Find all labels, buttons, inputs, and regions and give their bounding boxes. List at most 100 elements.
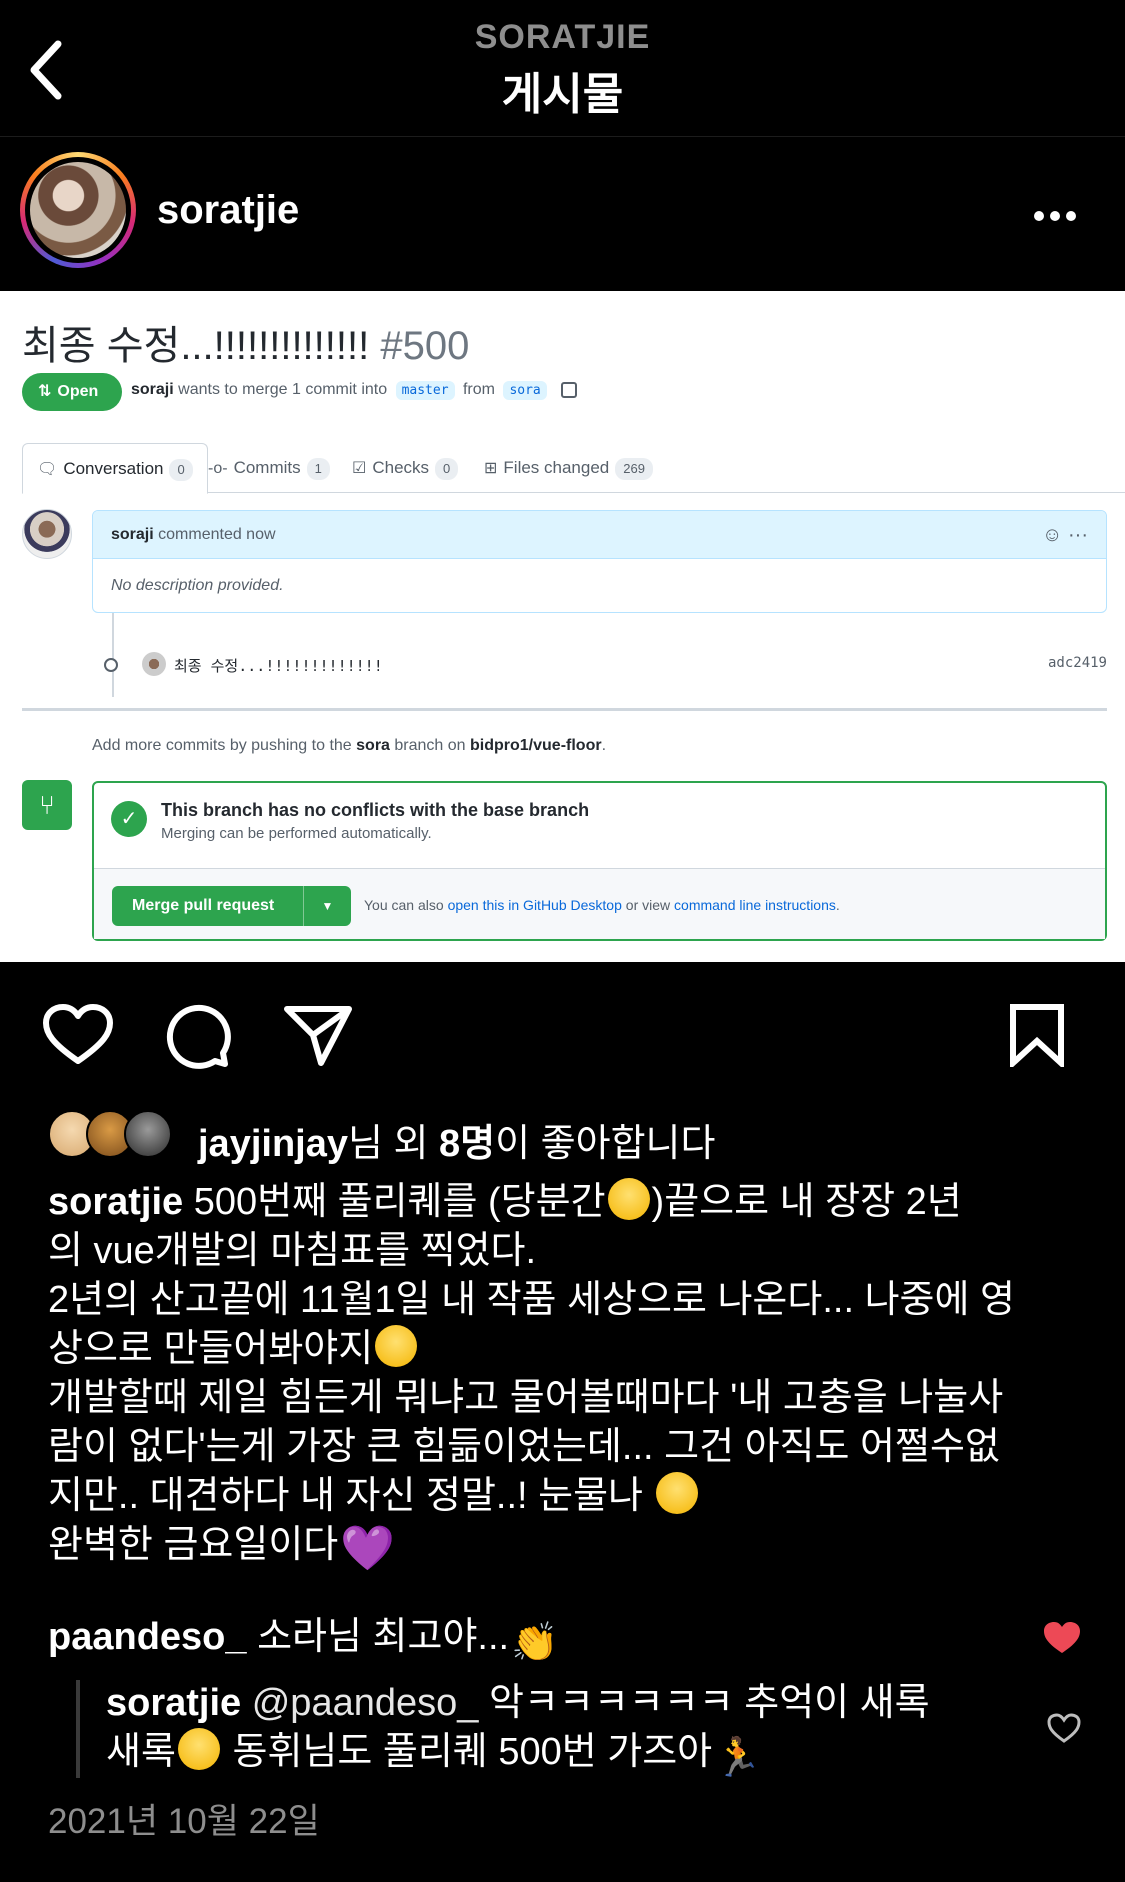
- commit-node-icon: [104, 658, 118, 672]
- crying-face-emoji-icon: [655, 1472, 698, 1514]
- post-actions: [0, 963, 1125, 1103]
- story-avatar[interactable]: [20, 152, 136, 268]
- merge-button-label: Merge pull request: [132, 897, 275, 914]
- note-branch: sora: [356, 737, 390, 754]
- comment-like-heart-icon[interactable]: [1046, 1712, 1082, 1744]
- avatar-border: [25, 157, 131, 263]
- tab-label: Checks: [372, 458, 430, 477]
- hint-text: .: [835, 897, 840, 913]
- top-bar: SORATJIE 게시물: [0, 0, 1125, 137]
- merge-status-title: This branch has no conflicts with the ba…: [161, 800, 590, 820]
- liker-username[interactable]: jayjinjay: [198, 1123, 348, 1165]
- commit-icon: -o-: [208, 460, 228, 477]
- check-icon: ✓: [111, 801, 147, 837]
- hint-text: You can also: [364, 897, 444, 913]
- comment-reply: soratjie @paandeso_ 악ㅋㅋㅋㅋㅋㅋ 추억이 새록 새록 동휘…: [106, 1679, 1006, 1783]
- pr-comment: soraji commented now ☺ ··· No descriptio…: [92, 510, 1107, 613]
- likes-count[interactable]: 8명: [439, 1123, 495, 1165]
- merge-hint: You can also open this in GitHub Desktop…: [364, 897, 840, 913]
- commit-row: 최종 수정...!!!!!!!!!!!!! adc2419: [100, 650, 1107, 680]
- laughing-tears-emoji-icon: [177, 1728, 220, 1770]
- avatar: [30, 162, 126, 258]
- hint-text: or view: [625, 897, 671, 913]
- pr-from: from: [462, 381, 495, 398]
- pr-author: soraji: [131, 381, 174, 398]
- comment-body: No description provided.: [111, 577, 284, 594]
- caret-down-icon: ▼: [303, 886, 351, 926]
- tab-counter: 0: [435, 458, 459, 480]
- post-header: soratjie: [0, 138, 1125, 290]
- reply-mention[interactable]: @paandeso_: [252, 1682, 479, 1724]
- header-account-name: SORATJIE: [474, 18, 651, 56]
- more-options-icon[interactable]: [1034, 208, 1084, 221]
- reply-username[interactable]: soratjie: [106, 1682, 241, 1724]
- merge-box: ✓ This branch has no conflicts with the …: [92, 781, 1107, 941]
- note-text: Add more commits by pushing to the: [92, 737, 352, 754]
- liker-avatars: [48, 1110, 178, 1160]
- timeline-divider: [22, 708, 1107, 711]
- pr-meta: soraji wants to merge 1 commit into mast…: [131, 381, 578, 400]
- caption-text: 500번째 풀리퀘를 (당분간: [193, 1181, 606, 1223]
- merge-footer: Merge pull request ▼ You can also open t…: [94, 868, 1105, 939]
- comment-icon: 🗨: [37, 461, 58, 478]
- avatar: [124, 1110, 172, 1158]
- add-more-commits-note: Add more commits by pushing to the sora …: [92, 737, 606, 755]
- commit-sha: adc2419: [1047, 655, 1107, 671]
- reply-text: 동휘님도 풀리퀘 500번 가즈아: [232, 1731, 713, 1773]
- comment-username[interactable]: paandeso_: [48, 1616, 247, 1658]
- tab-files-changed: ⊞ Files changed 269: [484, 443, 653, 493]
- comment-liked-heart-icon[interactable]: [1042, 1620, 1082, 1656]
- merge-pull-request-button: Merge pull request ▼: [112, 886, 351, 926]
- comment-actions: ☺ ···: [1042, 511, 1088, 559]
- caption-text: 상으로 만들어봐야지: [48, 1328, 374, 1370]
- post-caption: soratjie 500번째 풀리퀘를 (당분간 )끝으로 내 장장 2년 의 v…: [48, 1178, 1078, 1573]
- caption-text: )끝으로 내 장장 2년: [651, 1181, 962, 1223]
- comment-header: soraji commented now ☺ ···: [93, 511, 1106, 559]
- runner-emoji-icon: 🏃: [714, 1737, 762, 1779]
- reply-thread-line: [76, 1680, 80, 1778]
- purple-heart-emoji-icon: 💜: [340, 1524, 396, 1573]
- share-paper-plane-icon[interactable]: [283, 1003, 353, 1067]
- comment: paandeso_ 소라님 최고야...👏: [48, 1613, 560, 1668]
- caption-text: 의 vue개발의 마침표를 찍었다.: [48, 1230, 537, 1272]
- tab-label: Files changed: [503, 458, 610, 477]
- copy-icon: [561, 381, 578, 398]
- commit-message: 최종 수정...!!!!!!!!!!!!!: [174, 657, 383, 675]
- likes-text: jayjinjay님 외 8명이 좋아합니다: [198, 1112, 715, 1167]
- git-merge-icon: ⑂: [22, 780, 72, 830]
- post-date: 2021년 10월 22일: [48, 1802, 320, 1841]
- comment-bubble-icon[interactable]: [165, 1003, 231, 1069]
- header-title: 게시물: [501, 70, 624, 119]
- comment-author: soraji: [111, 526, 154, 543]
- tired-face-emoji-icon: [607, 1178, 650, 1220]
- pr-tabs: 🗨 Conversation 0 -o- Commits 1 ☑ Checks 0 ⊞ Fil…: [22, 443, 1125, 494]
- caption-text: 람이 없다'는게 가장 큰 힘듦이었는데... 그건 아직도 어쩔수없: [48, 1426, 1000, 1468]
- hushed-face-emoji-icon: [375, 1325, 418, 1367]
- base-branch: master: [395, 381, 455, 400]
- caption-text: 완벽한 금요일이다: [48, 1524, 339, 1566]
- note-text: .: [601, 737, 607, 754]
- caption-text: 2년의 산고끝에 11월1일 내 작품 세상으로 나온다... 나중에 영: [48, 1279, 1015, 1321]
- pr-number: #500: [380, 324, 470, 368]
- post-image: 최종 수정...!!!!!!!!!!!!!! #500 ⇅ Open soraji…: [0, 291, 1125, 962]
- comment-text: 소라님 최고야...: [257, 1616, 510, 1658]
- merge-status-subtitle: Merging can be performed automatically.: [161, 825, 432, 842]
- pr-title-text: 최종 수정...!!!!!!!!!!!!!!: [22, 324, 370, 368]
- commenter-avatar: [22, 509, 72, 559]
- like-heart-icon[interactable]: [42, 1003, 114, 1067]
- tab-conversation: 🗨 Conversation 0: [22, 443, 208, 494]
- likes-suffix: 님 외: [347, 1123, 440, 1165]
- reply-text: 새록: [106, 1731, 176, 1773]
- pr-title: 최종 수정...!!!!!!!!!!!!!! #500: [22, 313, 469, 371]
- tab-label: Conversation: [63, 459, 164, 478]
- command-line-link: command line instructions: [674, 897, 836, 913]
- bookmark-icon[interactable]: [1009, 1003, 1065, 1067]
- caption-username[interactable]: soratjie: [48, 1181, 183, 1223]
- tab-commits: -o- Commits 1: [208, 443, 330, 493]
- checklist-icon: ☑: [352, 460, 367, 477]
- head-branch: sora: [503, 381, 547, 400]
- clapping-hands-emoji-icon: 👏: [511, 1622, 559, 1664]
- post-username[interactable]: soratjie: [157, 188, 299, 233]
- tab-counter: 1: [306, 458, 330, 480]
- tab-label: Commits: [233, 458, 301, 477]
